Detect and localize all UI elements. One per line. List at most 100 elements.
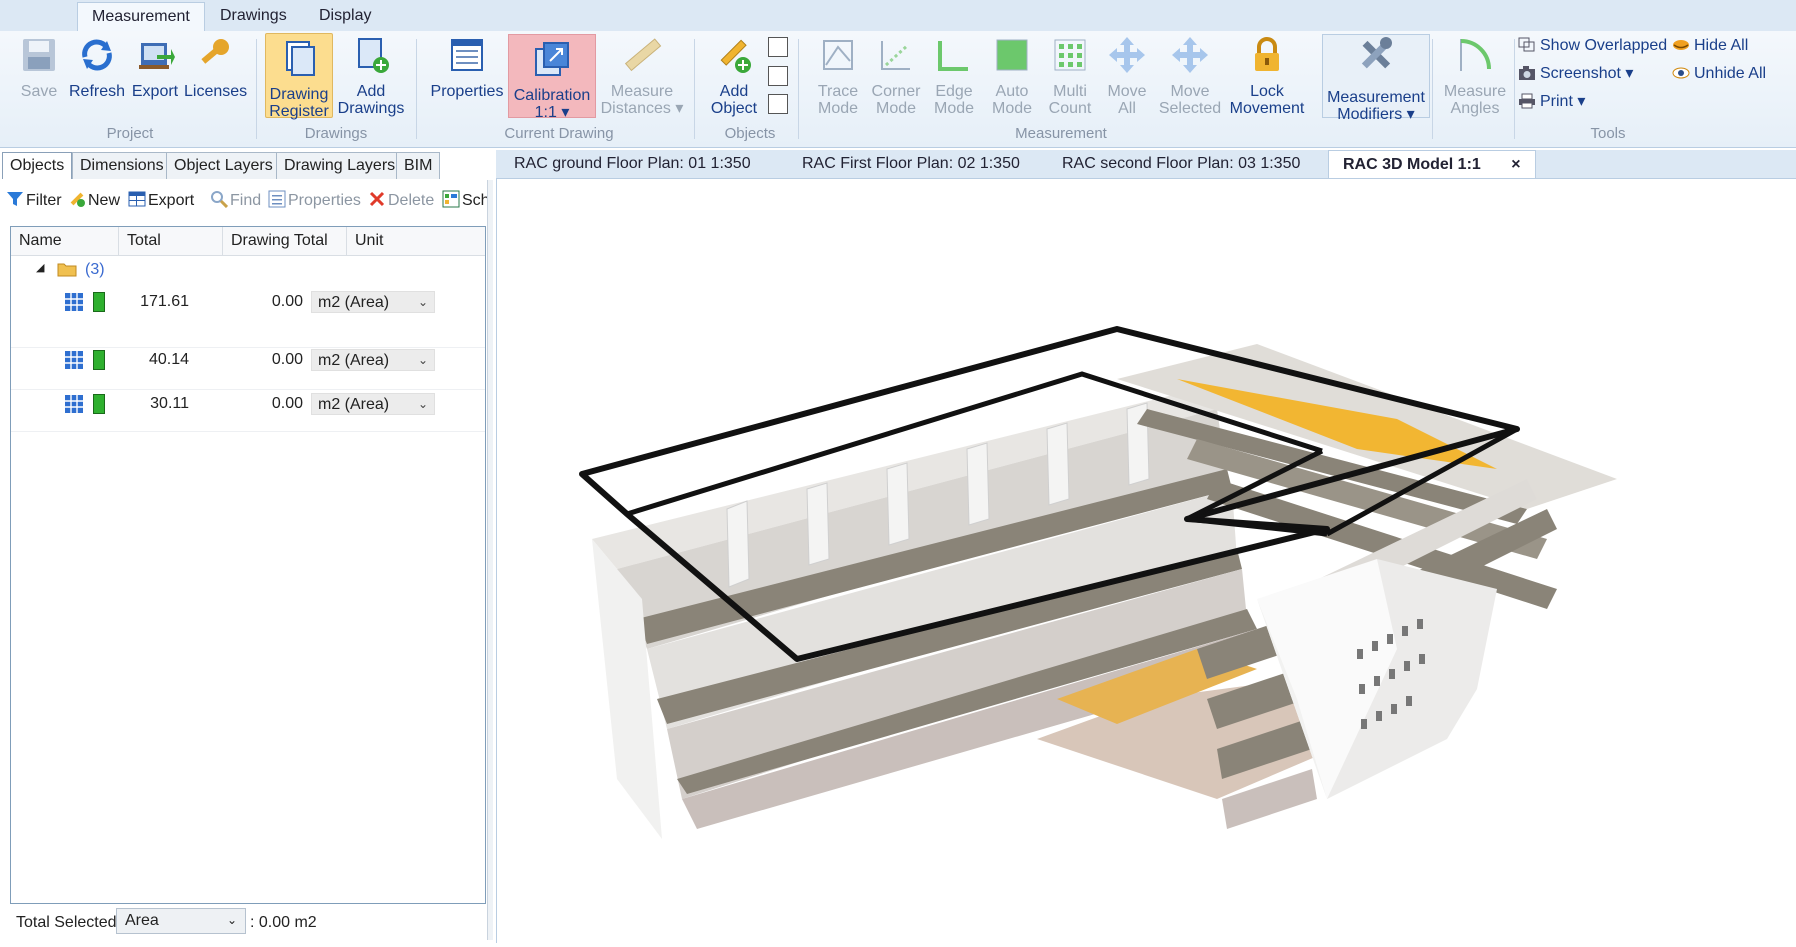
drawing-tab-second-floor[interactable]: RAC second Floor Plan: 03 1:350	[1062, 150, 1300, 178]
screenshot-button[interactable]: Screenshot ▾	[1518, 63, 1633, 83]
add-drawing-icon	[358, 38, 389, 73]
drawing-register-button[interactable]: Drawing Register	[265, 33, 333, 120]
collapse-triangle-icon[interactable]: ◢	[36, 261, 44, 274]
floppy-disk-icon	[23, 39, 55, 71]
add-drawings-button[interactable]: Add Drawings	[336, 35, 406, 117]
group-label-tools: Tools	[1590, 125, 1626, 142]
calibration-button[interactable]: Calibration 1:1 ▾	[508, 34, 596, 121]
row-total: 30.11	[150, 395, 189, 412]
tab-drawings[interactable]: Drawings	[206, 2, 301, 30]
corner-mode-label-1: Corner	[871, 83, 921, 100]
measure-distances-button[interactable]: Measure Distances ▾	[600, 35, 684, 117]
unhide-all-button[interactable]: Unhide All	[1672, 65, 1766, 83]
funnel-icon	[7, 192, 23, 206]
panel-tab-objects[interactable]: Objects	[2, 152, 73, 179]
trace-mode-button[interactable]: Trace Mode	[806, 35, 870, 117]
angle-icon	[1460, 39, 1491, 71]
objects-checkbox-3[interactable]	[768, 94, 788, 114]
find-button[interactable]: Find	[210, 190, 261, 210]
move-all-button[interactable]: Move All	[1096, 35, 1158, 117]
drawing-tab-first-floor[interactable]: RAC First Floor Plan: 02 1:350	[802, 150, 1020, 178]
refresh-button[interactable]: Refresh	[68, 35, 126, 100]
column-header-drawing-total[interactable]: Drawing Total	[223, 227, 347, 255]
licenses-label: Licenses	[184, 83, 248, 100]
delete-button[interactable]: Delete	[368, 190, 434, 210]
toolbar-export-label: Export	[148, 192, 195, 209]
row-drawing-total: 0.00	[271, 351, 303, 368]
export-button[interactable]: Export	[128, 35, 182, 100]
measurement-modifiers-label-2: Modifiers ▾	[1337, 106, 1415, 123]
tab-measurement[interactable]: Measurement	[77, 2, 205, 31]
add-object-label-1: Add	[719, 83, 749, 100]
chevron-down-icon: ⌄	[417, 397, 428, 411]
table-row[interactable]: 171.61 0.00 m2 (Area) ⌄	[11, 287, 485, 348]
delete-label: Delete	[388, 192, 435, 209]
table-row[interactable]: 30.11 0.00 m2 (Area) ⌄	[11, 391, 485, 432]
hide-all-button[interactable]: Hide All	[1672, 37, 1748, 55]
panel-tab-bim[interactable]: BIM	[396, 152, 441, 179]
save-button[interactable]: Save	[14, 35, 64, 100]
building-3d-model[interactable]	[497, 179, 1796, 943]
drawing-register-label-1: Drawing	[269, 86, 329, 103]
filter-button[interactable]: Filter	[6, 190, 62, 210]
print-label: Print ▾	[1540, 93, 1586, 110]
color-swatch[interactable]	[93, 350, 105, 370]
measure-distances-label-2: Distances ▾	[600, 100, 684, 117]
edge-mode-icon	[938, 41, 968, 71]
panel-splitter[interactable]	[487, 180, 493, 940]
group-separator	[694, 39, 695, 139]
licenses-button[interactable]: Licenses	[184, 35, 248, 100]
hide-all-label: Hide All	[1694, 37, 1749, 54]
tab-display[interactable]: Display	[305, 2, 385, 30]
panel-tab-object-layers[interactable]: Object Layers	[166, 152, 281, 179]
refresh-label: Refresh	[68, 83, 126, 100]
new-button[interactable]: New	[68, 190, 120, 210]
objects-checkbox-2[interactable]	[768, 66, 788, 86]
move-selected-label-2: Selected	[1158, 100, 1222, 117]
printer-icon	[1519, 93, 1535, 109]
measurement-modifiers-button[interactable]: Measurement Modifiers ▾	[1322, 34, 1430, 123]
unit-select[interactable]: m2 (Area) ⌄	[311, 393, 435, 415]
toolbar-properties-button[interactable]: Properties	[268, 190, 361, 210]
schedule-label: Sch	[462, 192, 490, 209]
unit-select[interactable]: m2 (Area) ⌄	[311, 349, 435, 371]
total-selected-select-value: Area	[125, 912, 159, 929]
color-swatch[interactable]	[93, 394, 105, 414]
find-label: Find	[230, 192, 262, 209]
move-selected-button[interactable]: Move Selected	[1154, 35, 1226, 117]
table-row[interactable]: 40.14 0.00 m2 (Area) ⌄	[11, 349, 485, 390]
show-overlapped-button[interactable]: Show Overlapped	[1518, 37, 1667, 55]
properties-button[interactable]: Properties	[428, 35, 506, 100]
schedule-button[interactable]: Sch	[442, 190, 490, 210]
print-button[interactable]: Print ▾	[1518, 91, 1585, 111]
drawing-tab-ground-floor[interactable]: RAC ground Floor Plan: 01 1:350	[514, 150, 751, 178]
panel-tab-drawing-layers[interactable]: Drawing Layers	[276, 152, 404, 179]
corner-mode-button[interactable]: Corner Mode	[864, 35, 928, 117]
measure-angles-button[interactable]: Measure Angles	[1438, 35, 1512, 117]
total-selected-select[interactable]: Area ⌄	[116, 908, 246, 934]
add-object-button[interactable]: Add Object	[704, 35, 764, 117]
auto-mode-button[interactable]: Auto Mode	[980, 35, 1044, 117]
lock-movement-label-1: Lock	[1250, 83, 1284, 100]
group-row[interactable]: ◢ (3)	[11, 259, 485, 287]
move-all-label-1: Move	[1107, 83, 1147, 100]
objects-grid: Name Total Drawing Total Unit ◢ (3) 171.…	[10, 226, 486, 904]
multi-count-icon	[1054, 39, 1086, 71]
unit-select[interactable]: m2 (Area) ⌄	[311, 291, 435, 313]
column-header-unit[interactable]: Unit	[347, 227, 485, 255]
close-icon[interactable]: ×	[1511, 156, 1520, 173]
objects-checkbox-1[interactable]	[768, 37, 788, 57]
panel-tab-dimensions[interactable]: Dimensions	[72, 152, 172, 179]
3d-viewport[interactable]	[496, 178, 1796, 943]
overlap-icon	[1518, 37, 1535, 52]
toolbar-export-button[interactable]: Export	[128, 190, 194, 210]
multi-count-button[interactable]: Multi Count	[1038, 35, 1102, 117]
column-header-name[interactable]: Name	[11, 227, 119, 255]
drawing-tab-3d-model[interactable]: RAC 3D Model 1:1 ×	[1328, 150, 1536, 179]
column-header-total[interactable]: Total	[119, 227, 223, 255]
padlock-icon	[1255, 37, 1279, 71]
color-swatch[interactable]	[93, 292, 105, 312]
edge-mode-button[interactable]: Edge Mode	[922, 35, 986, 117]
toolbar-properties-label: Properties	[288, 192, 361, 209]
lock-movement-button[interactable]: Lock Movement	[1226, 35, 1308, 117]
